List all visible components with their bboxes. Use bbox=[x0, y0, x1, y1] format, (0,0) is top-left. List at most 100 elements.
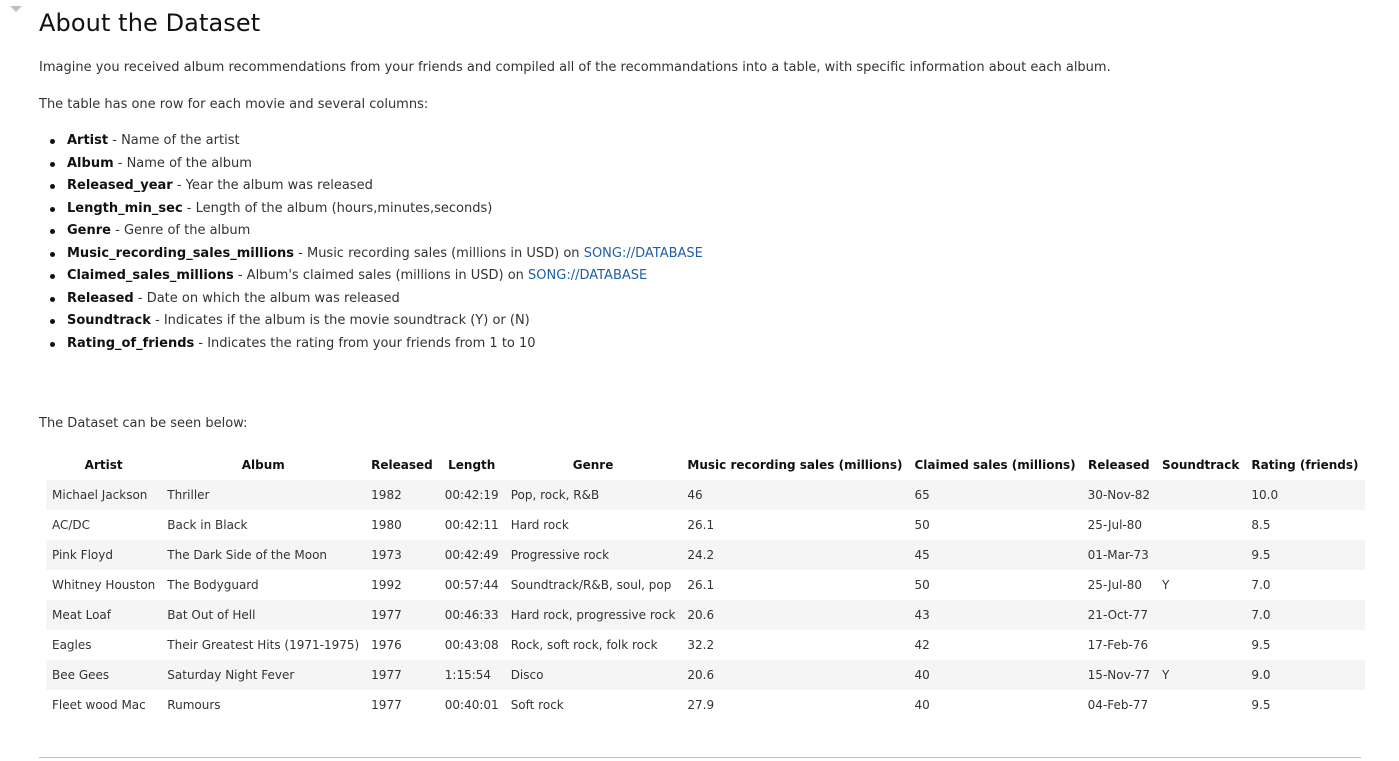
table-row: Meat Loaf Bat Out of Hell 1977 00:46:33 Hard… bbox=[46, 600, 1365, 630]
columns-intro: The table has one row for each movie and… bbox=[39, 97, 429, 112]
song-database-link[interactable]: SONG://DATABASE bbox=[528, 268, 647, 283]
dataset-table: Artist Album Released Length Genre Music reco… bbox=[46, 450, 1365, 720]
column-desc: - Year the album was released bbox=[172, 178, 373, 193]
column-name: Length_min_sec bbox=[67, 200, 183, 216]
song-database-link[interactable]: SONG://DATABASE bbox=[584, 246, 703, 261]
table-cell: 32.2 bbox=[687, 638, 715, 652]
column-desc: - Date on which the album was released bbox=[133, 290, 400, 306]
collapse-cell-icon[interactable] bbox=[10, 6, 22, 12]
table-cell: 1992 bbox=[371, 578, 402, 592]
table-cell: Bee Gees bbox=[46, 660, 162, 690]
table-cell: 7.0 bbox=[1251, 578, 1271, 592]
table-cell: 1982 bbox=[365, 480, 439, 510]
table-cell: The Bodyguard bbox=[167, 578, 259, 592]
column-desc: - Indicates the rating from your friends… bbox=[194, 335, 536, 351]
table-cell: 00:40:01 bbox=[444, 698, 499, 712]
column-name: Rating_of_friends bbox=[67, 335, 195, 351]
table-cell: 20.6 bbox=[681, 600, 909, 630]
table-cell: 7.0 bbox=[1245, 600, 1365, 630]
table-cell: Rock, soft rock, folk rock bbox=[510, 638, 658, 652]
column-header: Soundtrack bbox=[1161, 458, 1240, 472]
table-cell bbox=[1156, 510, 1245, 540]
table-cell: 1973 bbox=[365, 540, 439, 570]
column-item: Claimed_sales_millions - Album's claimed… bbox=[39, 266, 703, 289]
table-cell bbox=[1155, 480, 1246, 510]
column-item: Soundtrack - Indicates if the album is t… bbox=[39, 311, 703, 334]
table-cell: Disco bbox=[504, 660, 682, 690]
column-name: Released bbox=[67, 290, 134, 306]
table-cell: AC/DC bbox=[52, 518, 91, 532]
column-name: Music_recording_sales_millions bbox=[67, 245, 295, 261]
table-cell: 15-Nov-77 bbox=[1081, 660, 1156, 690]
table-cell: The Dark Side of the Moon bbox=[161, 540, 366, 570]
table-header-row: Artist Album Released Length Genre Music reco… bbox=[46, 450, 1365, 480]
column-item: Artist - Name of the artist bbox=[39, 131, 703, 154]
column-name: Genre bbox=[67, 223, 111, 238]
columns-list: Artist - Name of the artist Album - Name … bbox=[39, 131, 703, 356]
table-cell: 42 bbox=[914, 638, 930, 652]
column-desc: - Genre of the album bbox=[110, 223, 251, 238]
table-cell: 9.5 bbox=[1245, 540, 1365, 570]
table-cell: 1977 bbox=[365, 660, 439, 690]
table-cell: 00:57:44 bbox=[444, 578, 499, 592]
column-header: Length bbox=[448, 458, 496, 472]
table-cell: Eagles bbox=[52, 638, 92, 652]
column-name: Artist bbox=[67, 133, 109, 148]
column-header: Claimed sales (millions) bbox=[914, 458, 1076, 472]
table-cell: 26.1 bbox=[687, 518, 715, 532]
table-cell bbox=[1156, 630, 1245, 660]
column-header: Genre bbox=[572, 458, 614, 472]
table-cell bbox=[1156, 690, 1245, 720]
table-cell: Progressive rock bbox=[504, 540, 682, 570]
table-cell: 40 bbox=[908, 660, 1082, 690]
column-name: Released_year bbox=[67, 178, 173, 193]
table-cell: 9.0 bbox=[1245, 660, 1365, 690]
table-cell bbox=[1155, 540, 1246, 570]
table-cell: Pop, rock, R&B bbox=[504, 480, 682, 510]
table-cell: 50 bbox=[914, 518, 930, 532]
table-cell: 45 bbox=[908, 540, 1082, 570]
table-cell: Thriller bbox=[161, 480, 366, 510]
column-item: Length_min_sec - Length of the album (ho… bbox=[39, 199, 703, 222]
page-title: About the Dataset bbox=[39, 9, 261, 37]
table-cell: 40 bbox=[914, 698, 930, 712]
table-cell: Meat Loaf bbox=[46, 600, 162, 630]
column-item: Album - Name of the album bbox=[39, 154, 703, 177]
table-cell: 25-Jul-80 bbox=[1087, 518, 1143, 532]
table-cell: 25-Jul-80 bbox=[1087, 578, 1143, 592]
table-cell: 00:42:11 bbox=[444, 518, 499, 532]
column-item: Rating_of_friends - Indicates the rating… bbox=[39, 334, 703, 357]
column-desc: - Album's claimed sales (millions in USD… bbox=[233, 268, 529, 283]
column-header: Music recording sales (millions) bbox=[687, 458, 903, 472]
table-cell: 17-Feb-76 bbox=[1087, 638, 1149, 652]
table-cell: 30-Nov-82 bbox=[1081, 480, 1156, 510]
column-header: Album bbox=[241, 458, 285, 472]
table-cell: 20.6 bbox=[681, 660, 909, 690]
table-cell: Soundtrack/R&B, soul, pop bbox=[510, 578, 672, 592]
column-desc: - Length of the album (hours,minutes,sec… bbox=[182, 200, 493, 216]
table-cell: Their Greatest Hits (1971-1975) bbox=[167, 638, 360, 652]
table-cell: 21-Oct-77 bbox=[1081, 600, 1156, 630]
table-cell: Y bbox=[1161, 578, 1170, 592]
table-cell: 1980 bbox=[371, 518, 402, 532]
table-cell: 9.5 bbox=[1251, 698, 1271, 712]
table-cell: Pink Floyd bbox=[46, 540, 162, 570]
table-cell: 01-Mar-73 bbox=[1081, 540, 1156, 570]
table-cell: Back in Black bbox=[167, 518, 248, 532]
table-cell: 9.5 bbox=[1251, 638, 1271, 652]
table-cell: Michael Jackson bbox=[46, 480, 162, 510]
table-cell: 43 bbox=[908, 600, 1082, 630]
table-cell: Hard rock, progressive rock bbox=[504, 600, 682, 630]
table-cell: Bat Out of Hell bbox=[161, 600, 366, 630]
table-cell: Saturday Night Fever bbox=[161, 660, 366, 690]
column-header: Released bbox=[1088, 458, 1150, 472]
table-cell: 1977 bbox=[371, 698, 402, 712]
table-cell: Hard rock bbox=[510, 518, 569, 532]
table-row: Eagles Their Greatest Hits (1971-1975) 197… bbox=[46, 630, 1365, 660]
column-header: Released bbox=[371, 458, 433, 472]
column-item: Released - Date on which the album was r… bbox=[39, 289, 703, 312]
dataset-intro: The Dataset can be seen below: bbox=[39, 416, 248, 431]
table-cell: 10.0 bbox=[1245, 480, 1365, 510]
table-row: Pink Floyd The Dark Side of the Moon 1973 0… bbox=[46, 540, 1365, 570]
table-row: Fleet wood Mac Rumours 1977 00:40:01 Soft ro… bbox=[46, 690, 1365, 720]
